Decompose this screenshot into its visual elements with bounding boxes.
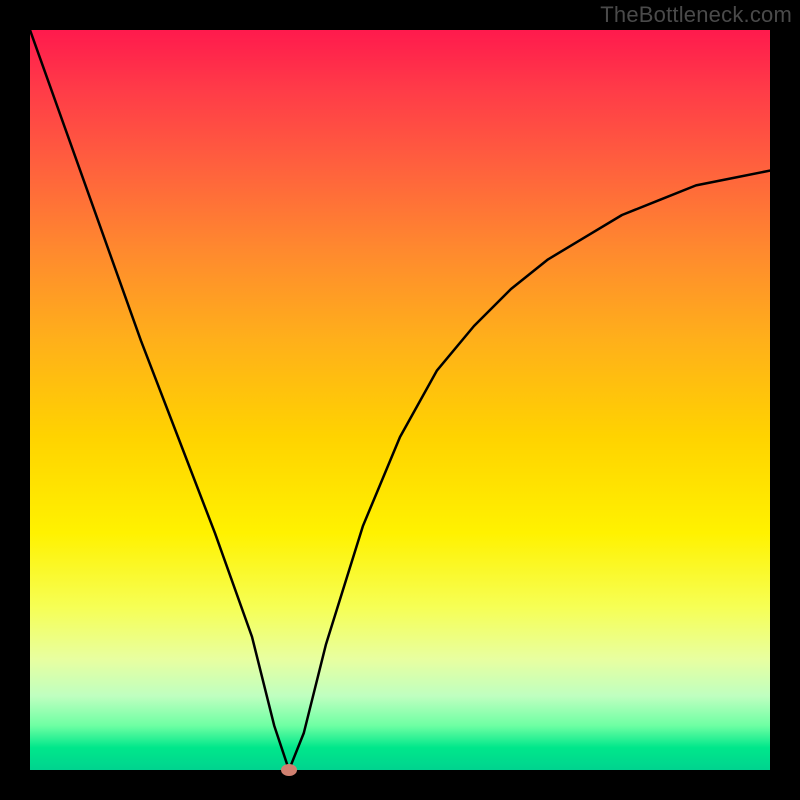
chart-frame: TheBottleneck.com [0, 0, 800, 800]
watermark-text: TheBottleneck.com [600, 2, 792, 28]
bottleneck-curve [30, 30, 770, 770]
plot-area [30, 30, 770, 770]
minimum-marker [281, 764, 297, 776]
